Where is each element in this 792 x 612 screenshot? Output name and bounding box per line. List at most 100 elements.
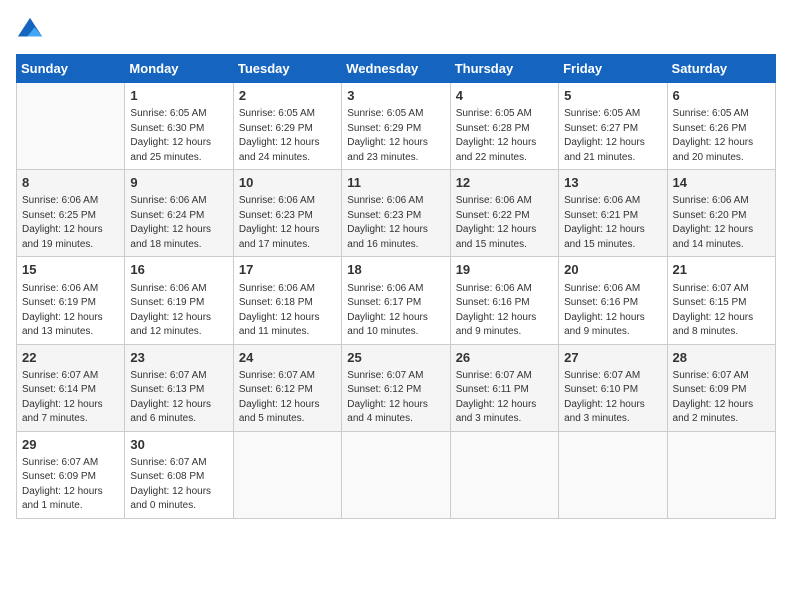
day-info: Sunrise: 6:07 AMSunset: 6:12 PMDaylight:… xyxy=(239,369,336,427)
calendar-table: SundayMondayTuesdayWednesdayThursdayFrid… xyxy=(16,54,776,519)
day-number: 10 xyxy=(239,174,336,192)
calendar-cell: 19 Sunrise: 6:06 AMSunset: 6:16 PMDayligh… xyxy=(450,257,558,344)
day-number: 5 xyxy=(564,87,661,105)
day-info: Sunrise: 6:06 AMSunset: 6:19 PMDaylight:… xyxy=(130,282,227,340)
calendar-cell: 14 Sunrise: 6:06 AMSunset: 6:20 PMDayligh… xyxy=(667,170,775,257)
calendar-header: SundayMondayTuesdayWednesdayThursdayFrid… xyxy=(17,55,776,83)
day-info: Sunrise: 6:07 AMSunset: 6:09 PMDaylight:… xyxy=(673,369,770,427)
day-info: Sunrise: 6:06 AMSunset: 6:17 PMDaylight:… xyxy=(347,282,444,340)
calendar-cell: 3 Sunrise: 6:05 AMSunset: 6:29 PMDaylight… xyxy=(342,83,450,170)
day-number: 30 xyxy=(130,436,227,454)
day-number: 9 xyxy=(130,174,227,192)
calendar-cell: 29 Sunrise: 6:07 AMSunset: 6:09 PMDayligh… xyxy=(17,431,125,518)
calendar-week-row: 1Sunrise: 6:05 AMSunset: 6:30 PMDaylight… xyxy=(17,83,776,170)
header-day: Thursday xyxy=(450,55,558,83)
calendar-cell: 1Sunrise: 6:05 AMSunset: 6:30 PMDaylight… xyxy=(125,83,233,170)
day-info: Sunrise: 6:06 AMSunset: 6:18 PMDaylight:… xyxy=(239,282,336,340)
calendar-cell: 21 Sunrise: 6:07 AMSunset: 6:15 PMDayligh… xyxy=(667,257,775,344)
calendar-cell: 2Sunrise: 6:05 AMSunset: 6:29 PMDaylight… xyxy=(233,83,341,170)
day-number: 26 xyxy=(456,349,553,367)
day-info: Sunrise: 6:07 AMSunset: 6:13 PMDaylight:… xyxy=(130,369,227,427)
day-number: 18 xyxy=(347,261,444,279)
calendar-cell: 28 Sunrise: 6:07 AMSunset: 6:09 PMDayligh… xyxy=(667,344,775,431)
day-info: Sunrise: 6:05 AMSunset: 6:27 PMDaylight:… xyxy=(564,107,661,165)
day-info: Sunrise: 6:06 AMSunset: 6:20 PMDaylight:… xyxy=(673,194,770,252)
calendar-cell: 10 Sunrise: 6:06 AMSunset: 6:23 PMDayligh… xyxy=(233,170,341,257)
calendar-cell: 30 Sunrise: 6:07 AMSunset: 6:08 PMDayligh… xyxy=(125,431,233,518)
day-info: Sunrise: 6:06 AMSunset: 6:25 PMDaylight:… xyxy=(22,194,119,252)
day-number: 11 xyxy=(347,174,444,192)
calendar-cell: 24Sunrise: 6:07 AMSunset: 6:12 PMDayligh… xyxy=(233,344,341,431)
header-day: Tuesday xyxy=(233,55,341,83)
calendar-cell: 12Sunrise: 6:06 AMSunset: 6:22 PMDayligh… xyxy=(450,170,558,257)
calendar-body: 1Sunrise: 6:05 AMSunset: 6:30 PMDaylight… xyxy=(17,83,776,519)
day-info: Sunrise: 6:05 AMSunset: 6:30 PMDaylight:… xyxy=(130,107,227,165)
day-info: Sunrise: 6:07 AMSunset: 6:11 PMDaylight:… xyxy=(456,369,553,427)
header-day: Monday xyxy=(125,55,233,83)
calendar-cell: 27 Sunrise: 6:07 AMSunset: 6:10 PMDayligh… xyxy=(559,344,667,431)
calendar-week-row: 15 Sunrise: 6:06 AMSunset: 6:19 PMDayligh… xyxy=(17,257,776,344)
calendar-cell xyxy=(450,431,558,518)
page-header xyxy=(16,16,776,44)
header-day: Saturday xyxy=(667,55,775,83)
day-info: Sunrise: 6:07 AMSunset: 6:10 PMDaylight:… xyxy=(564,369,661,427)
calendar-cell xyxy=(667,431,775,518)
day-number: 16 xyxy=(130,261,227,279)
day-number: 27 xyxy=(564,349,661,367)
calendar-cell xyxy=(342,431,450,518)
day-number: 28 xyxy=(673,349,770,367)
day-info: Sunrise: 6:06 AMSunset: 6:16 PMDaylight:… xyxy=(456,282,553,340)
calendar-week-row: 29 Sunrise: 6:07 AMSunset: 6:09 PMDayligh… xyxy=(17,431,776,518)
day-info: Sunrise: 6:06 AMSunset: 6:23 PMDaylight:… xyxy=(347,194,444,252)
day-info: Sunrise: 6:06 AMSunset: 6:16 PMDaylight:… xyxy=(564,282,661,340)
calendar-week-row: 22 Sunrise: 6:07 AMSunset: 6:14 PMDayligh… xyxy=(17,344,776,431)
day-info: Sunrise: 6:06 AMSunset: 6:19 PMDaylight:… xyxy=(22,282,119,340)
calendar-cell: 18 Sunrise: 6:06 AMSunset: 6:17 PMDayligh… xyxy=(342,257,450,344)
calendar-cell: 11 Sunrise: 6:06 AMSunset: 6:23 PMDayligh… xyxy=(342,170,450,257)
day-number: 29 xyxy=(22,436,119,454)
day-number: 21 xyxy=(673,261,770,279)
calendar-cell: 20 Sunrise: 6:06 AMSunset: 6:16 PMDayligh… xyxy=(559,257,667,344)
day-info: Sunrise: 6:06 AMSunset: 6:22 PMDaylight:… xyxy=(456,194,553,252)
calendar-cell: 9 Sunrise: 6:06 AMSunset: 6:24 PMDaylight… xyxy=(125,170,233,257)
calendar-cell: 26 Sunrise: 6:07 AMSunset: 6:11 PMDayligh… xyxy=(450,344,558,431)
calendar-cell: 4Sunrise: 6:05 AMSunset: 6:28 PMDaylight… xyxy=(450,83,558,170)
day-number: 19 xyxy=(456,261,553,279)
day-number: 8 xyxy=(22,174,119,192)
day-info: Sunrise: 6:07 AMSunset: 6:15 PMDaylight:… xyxy=(673,282,770,340)
header-row: SundayMondayTuesdayWednesdayThursdayFrid… xyxy=(17,55,776,83)
day-number: 15 xyxy=(22,261,119,279)
calendar-cell: 17 Sunrise: 6:06 AMSunset: 6:18 PMDayligh… xyxy=(233,257,341,344)
header-day: Sunday xyxy=(17,55,125,83)
calendar-cell: 16 Sunrise: 6:06 AMSunset: 6:19 PMDayligh… xyxy=(125,257,233,344)
calendar-cell xyxy=(559,431,667,518)
logo-icon xyxy=(16,16,44,44)
day-number: 22 xyxy=(22,349,119,367)
day-info: Sunrise: 6:07 AMSunset: 6:09 PMDaylight:… xyxy=(22,456,119,514)
day-number: 3 xyxy=(347,87,444,105)
day-number: 6 xyxy=(673,87,770,105)
day-info: Sunrise: 6:05 AMSunset: 6:26 PMDaylight:… xyxy=(673,107,770,165)
calendar-cell: 5 Sunrise: 6:05 AMSunset: 6:27 PMDaylight… xyxy=(559,83,667,170)
day-info: Sunrise: 6:07 AMSunset: 6:14 PMDaylight:… xyxy=(22,369,119,427)
calendar-cell: 13 Sunrise: 6:06 AMSunset: 6:21 PMDayligh… xyxy=(559,170,667,257)
logo xyxy=(16,16,48,44)
header-day: Friday xyxy=(559,55,667,83)
calendar-cell: 15 Sunrise: 6:06 AMSunset: 6:19 PMDayligh… xyxy=(17,257,125,344)
day-number: 13 xyxy=(564,174,661,192)
day-number: 25 xyxy=(347,349,444,367)
day-number: 17 xyxy=(239,261,336,279)
day-info: Sunrise: 6:06 AMSunset: 6:21 PMDaylight:… xyxy=(564,194,661,252)
day-number: 23 xyxy=(130,349,227,367)
day-number: 2 xyxy=(239,87,336,105)
day-info: Sunrise: 6:07 AMSunset: 6:08 PMDaylight:… xyxy=(130,456,227,514)
day-info: Sunrise: 6:06 AMSunset: 6:24 PMDaylight:… xyxy=(130,194,227,252)
calendar-cell: 22 Sunrise: 6:07 AMSunset: 6:14 PMDayligh… xyxy=(17,344,125,431)
day-info: Sunrise: 6:05 AMSunset: 6:29 PMDaylight:… xyxy=(347,107,444,165)
day-info: Sunrise: 6:06 AMSunset: 6:23 PMDaylight:… xyxy=(239,194,336,252)
day-number: 4 xyxy=(456,87,553,105)
calendar-cell: 23 Sunrise: 6:07 AMSunset: 6:13 PMDayligh… xyxy=(125,344,233,431)
calendar-cell xyxy=(17,83,125,170)
day-number: 14 xyxy=(673,174,770,192)
day-number: 20 xyxy=(564,261,661,279)
